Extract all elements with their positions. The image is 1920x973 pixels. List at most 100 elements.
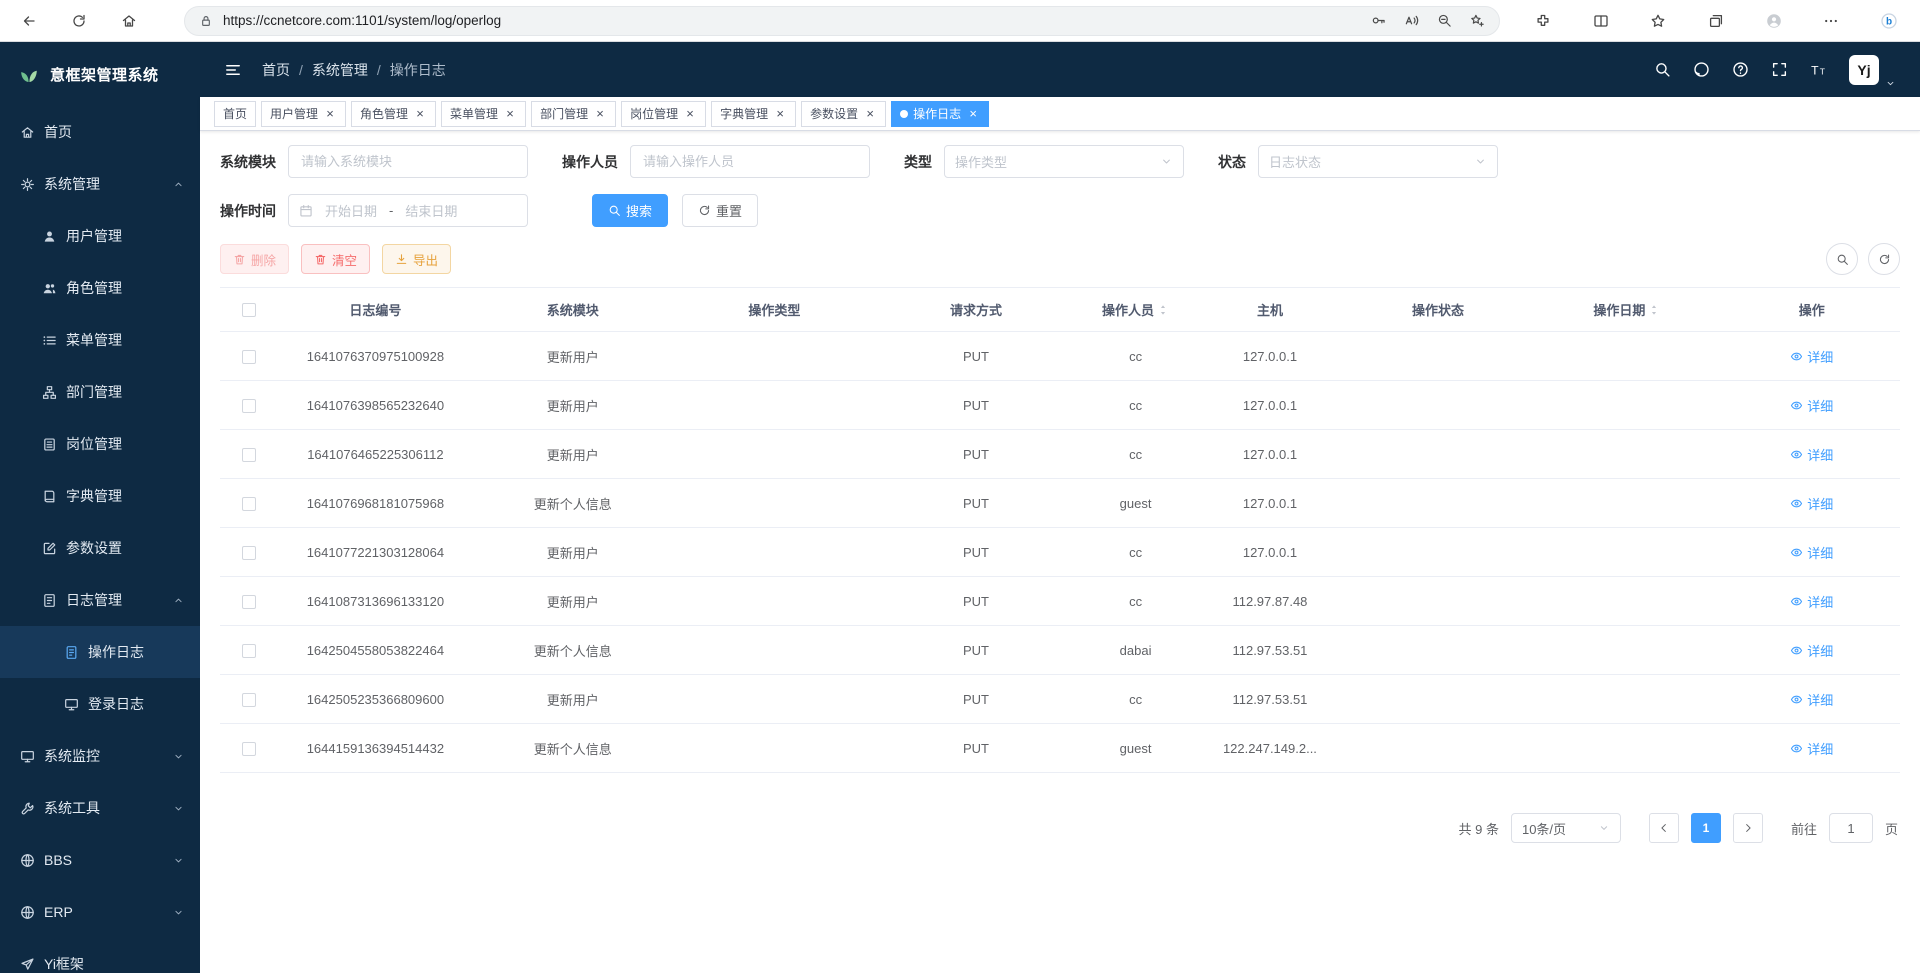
split-screen-icon[interactable]: [1586, 6, 1616, 36]
tab-role-mgmt[interactable]: 角色管理×: [351, 101, 436, 127]
status-select[interactable]: 日志状态: [1258, 145, 1498, 178]
tab-close-icon[interactable]: ×: [503, 107, 517, 121]
key-icon[interactable]: [1371, 13, 1386, 28]
refresh-icon[interactable]: [60, 5, 98, 37]
row-checkbox[interactable]: [242, 399, 256, 413]
row-checkbox[interactable]: [242, 644, 256, 658]
sidebar-item-system-mgmt[interactable]: 系统管理: [0, 158, 200, 210]
more-icon[interactable]: [1816, 6, 1846, 36]
detail-link[interactable]: 详细: [1790, 445, 1833, 464]
tab-close-icon[interactable]: ×: [773, 107, 787, 121]
tab-dict-mgmt[interactable]: 字典管理×: [711, 101, 796, 127]
prev-page-button[interactable]: [1649, 813, 1679, 843]
tab-close-icon[interactable]: ×: [593, 107, 607, 121]
tab-home[interactable]: 首页: [214, 101, 256, 127]
help-icon[interactable]: [1732, 61, 1749, 78]
detail-link[interactable]: 详细: [1790, 592, 1833, 611]
tab-user-mgmt[interactable]: 用户管理×: [261, 101, 346, 127]
user-menu-caret-icon[interactable]: [1885, 78, 1896, 89]
tab-oper-log[interactable]: 操作日志×: [891, 101, 989, 127]
next-page-button[interactable]: [1733, 813, 1763, 843]
reset-button[interactable]: 重置: [682, 194, 758, 227]
row-checkbox[interactable]: [242, 350, 256, 364]
sort-icon[interactable]: [1648, 304, 1660, 316]
collections-icon[interactable]: [1701, 6, 1731, 36]
refresh-table-button[interactable]: [1868, 243, 1900, 275]
select-all-checkbox[interactable]: [242, 303, 256, 317]
tab-dept-mgmt[interactable]: 部门管理×: [531, 101, 616, 127]
tab-close-icon[interactable]: ×: [323, 107, 337, 121]
sidebar-item-log-mgmt[interactable]: 日志管理: [0, 574, 200, 626]
url-text[interactable]: https://ccnetcore.com:1101/system/log/op…: [223, 13, 1371, 28]
detail-link[interactable]: 详细: [1790, 347, 1833, 366]
type-select[interactable]: 操作类型: [944, 145, 1184, 178]
sidebar-item-system-tools[interactable]: 系统工具: [0, 782, 200, 834]
row-checkbox[interactable]: [242, 693, 256, 707]
tab-close-icon[interactable]: ×: [413, 107, 427, 121]
zoom-icon[interactable]: [1437, 13, 1452, 28]
clear-button[interactable]: 清空: [301, 244, 370, 274]
detail-link[interactable]: 详细: [1790, 543, 1833, 562]
sidebar-item-dict-mgmt[interactable]: 字典管理: [0, 470, 200, 522]
sidebar-item-dept-mgmt[interactable]: 部门管理: [0, 366, 200, 418]
export-button[interactable]: 导出: [382, 244, 451, 274]
sidebar-item-oper-log[interactable]: 操作日志: [0, 626, 200, 678]
page-size-select[interactable]: 10条/页: [1511, 813, 1621, 843]
row-checkbox[interactable]: [242, 546, 256, 560]
jump-page-input[interactable]: [1829, 813, 1873, 843]
column-header-operator[interactable]: 操作人员: [1077, 288, 1195, 332]
date-range-input[interactable]: 开始日期 - 结束日期: [288, 194, 528, 227]
row-checkbox[interactable]: [242, 742, 256, 756]
favorite-add-icon[interactable]: [1470, 13, 1485, 28]
tab-post-mgmt[interactable]: 岗位管理×: [621, 101, 706, 127]
app-logo[interactable]: 意框架管理系统: [0, 42, 200, 106]
detail-link[interactable]: 详细: [1790, 396, 1833, 415]
breadcrumb-item[interactable]: 系统管理: [312, 60, 368, 80]
delete-button[interactable]: 删除: [220, 244, 289, 274]
read-aloud-icon[interactable]: [1404, 13, 1419, 28]
row-checkbox[interactable]: [242, 497, 256, 511]
operator-input[interactable]: [630, 145, 870, 178]
address-bar[interactable]: https://ccnetcore.com:1101/system/log/op…: [184, 6, 1500, 36]
bing-icon[interactable]: b: [1874, 6, 1904, 36]
sidebar-item-param-settings[interactable]: 参数设置: [0, 522, 200, 574]
detail-link[interactable]: 详细: [1790, 690, 1833, 709]
tab-param-settings[interactable]: 参数设置×: [801, 101, 886, 127]
font-size-icon[interactable]: TT: [1810, 61, 1827, 78]
back-icon[interactable]: [10, 5, 48, 37]
column-header-date[interactable]: 操作日期: [1530, 288, 1723, 332]
sidebar-item-home[interactable]: 首页: [0, 106, 200, 158]
tab-close-icon[interactable]: ×: [863, 107, 877, 121]
sidebar-item-login-log[interactable]: 登录日志: [0, 678, 200, 730]
tab-menu-mgmt[interactable]: 菜单管理×: [441, 101, 526, 127]
detail-link[interactable]: 详细: [1790, 641, 1833, 660]
fullscreen-icon[interactable]: [1771, 61, 1788, 78]
sidebar-item-erp[interactable]: ERP: [0, 886, 200, 938]
home-icon[interactable]: [110, 5, 148, 37]
sidebar-item-role-mgmt[interactable]: 角色管理: [0, 262, 200, 314]
detail-link[interactable]: 详细: [1790, 739, 1833, 758]
sidebar-item-bbs[interactable]: BBS: [0, 834, 200, 886]
page-number-button[interactable]: 1: [1691, 813, 1721, 843]
extensions-icon[interactable]: [1528, 6, 1558, 36]
user-avatar[interactable]: Yj: [1849, 55, 1879, 85]
breadcrumb-item[interactable]: 首页: [262, 60, 290, 80]
search-icon[interactable]: [1654, 61, 1671, 78]
sidebar-item-yi-framework[interactable]: Yi框架: [0, 938, 200, 973]
row-checkbox[interactable]: [242, 448, 256, 462]
sidebar-item-user-mgmt[interactable]: 用户管理: [0, 210, 200, 262]
sort-icon[interactable]: [1157, 304, 1169, 316]
sidebar-item-post-mgmt[interactable]: 岗位管理: [0, 418, 200, 470]
breadcrumb-item[interactable]: 操作日志: [390, 60, 446, 80]
profile-icon[interactable]: [1759, 6, 1789, 36]
search-button[interactable]: 搜索: [592, 194, 668, 227]
favorites-icon[interactable]: [1643, 6, 1673, 36]
tab-close-icon[interactable]: ×: [966, 107, 980, 121]
toggle-search-button[interactable]: [1826, 243, 1858, 275]
sidebar-item-system-monitor[interactable]: 系统监控: [0, 730, 200, 782]
row-checkbox[interactable]: [242, 595, 256, 609]
github-icon[interactable]: [1693, 61, 1710, 78]
tab-close-icon[interactable]: ×: [683, 107, 697, 121]
sidebar-toggle-icon[interactable]: [224, 61, 242, 79]
sidebar-item-menu-mgmt[interactable]: 菜单管理: [0, 314, 200, 366]
